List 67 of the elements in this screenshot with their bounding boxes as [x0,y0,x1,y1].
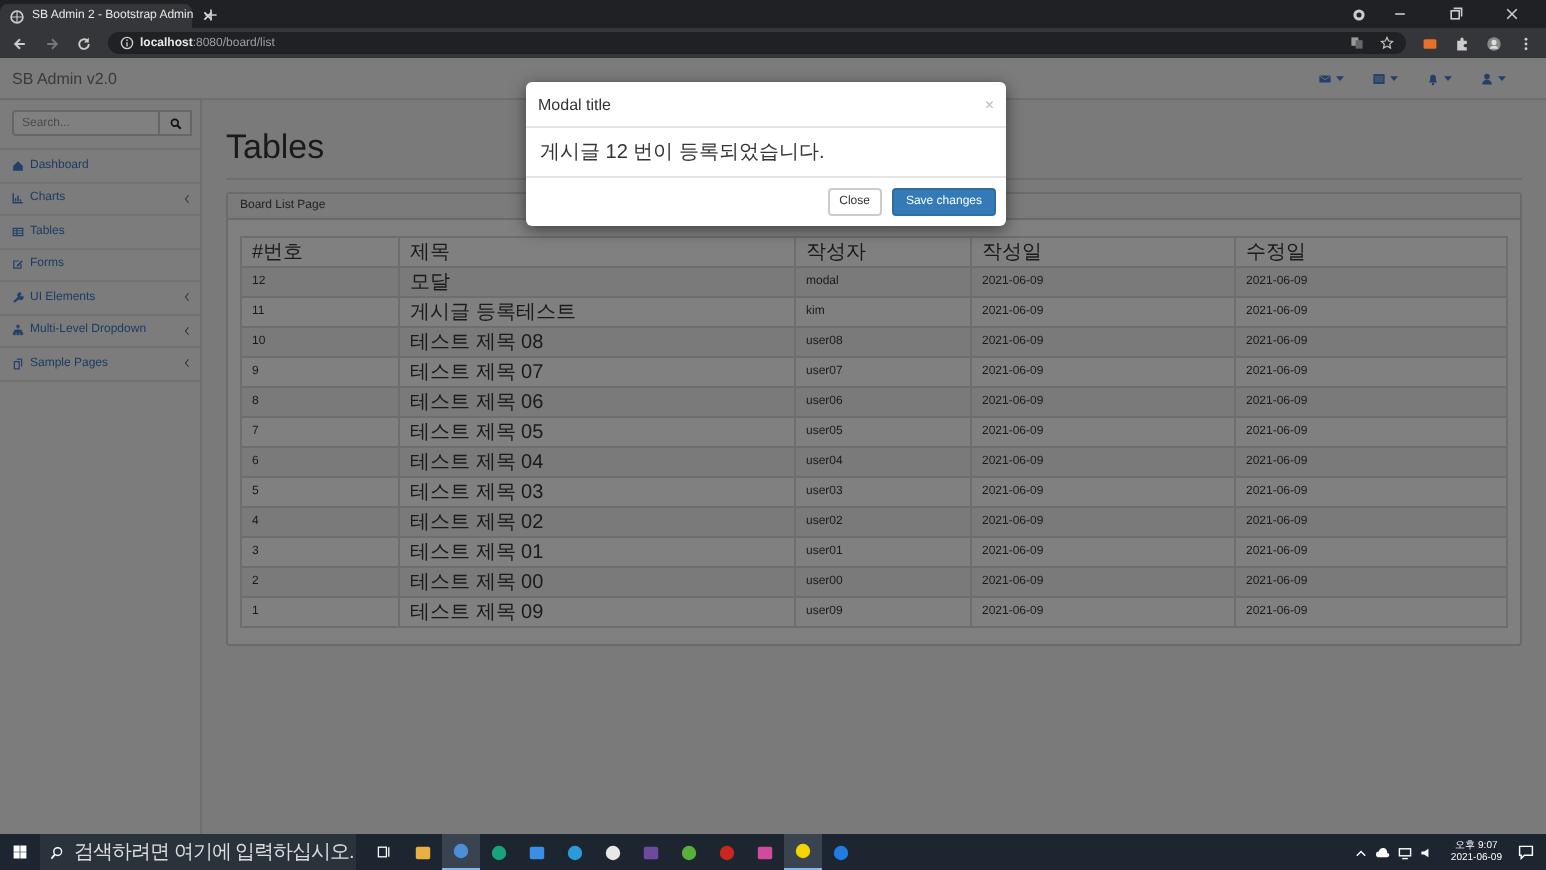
profile-icon[interactable] [1352,7,1366,21]
chevron-icon [184,325,190,336]
dropdown-toggle[interactable] [1480,71,1506,85]
chevron-icon [184,292,190,303]
task-view-icon[interactable] [376,844,392,860]
bell-icon [1426,71,1440,85]
chart-icon [12,192,24,205]
forward-icon[interactable] [44,35,60,51]
extension-icon[interactable] [1422,35,1438,51]
new-tab-icon[interactable] [204,7,218,21]
network-icon[interactable] [1398,845,1413,859]
taskbar-app-icon[interactable] [784,834,822,870]
dropdown-toggle[interactable] [1426,71,1452,85]
table-cell: 테스트 제목 03 [399,477,795,507]
column-header[interactable]: 제목 [399,237,795,267]
files-icon [12,357,24,370]
notification-icon[interactable] [1518,844,1534,860]
reload-icon[interactable] [76,35,92,51]
brand-link[interactable]: SB Admin v2.0 [12,69,117,87]
chevron-icon [184,193,190,204]
wrench-icon [12,291,24,304]
close-icon[interactable] [201,10,214,22]
table-cell: 테스트 제목 06 [399,387,795,417]
modal-message: 게시글 12 번이 등록되었습니다. [540,142,825,164]
table-cell: 테스트 제목 07 [399,357,795,387]
table-cell: 테스트 제목 05 [399,417,795,447]
table-cell: 테스트 제목 02 [399,507,795,537]
sitemap-icon [12,324,24,337]
back-icon[interactable] [12,35,28,51]
info-icon [120,36,134,50]
caret-icon [1498,75,1506,81]
chevron-up-icon[interactable] [1354,845,1369,859]
table-cell: 게시글 등록테스트 [399,297,795,327]
table-cell: 테스트 제목 04 [399,447,795,477]
windows-icon[interactable] [12,844,28,860]
caret-icon [1444,75,1452,81]
avatar-icon[interactable] [1486,35,1502,51]
search-icon [50,845,64,859]
table-cell: 모달 [399,267,795,297]
table-icon [12,225,24,238]
caret-icon [1336,75,1344,81]
search-icon [169,117,181,129]
envelope-icon [1318,71,1332,85]
column-header[interactable]: 작성자 [795,237,971,267]
list-icon [1372,71,1386,85]
edit-icon [12,258,24,271]
translate-icon[interactable] [1350,36,1364,50]
column-header[interactable]: 수정일 [1235,237,1507,267]
dropdown-toggle[interactable] [1318,71,1344,85]
modal-title: Modal title [538,95,611,113]
table-cell: 테스트 제목 00 [399,567,795,597]
puzzle-icon[interactable] [1454,35,1470,51]
chevron-icon [184,358,190,369]
search-button[interactable] [160,110,192,136]
table-cell: 테스트 제목 01 [399,537,795,567]
star-icon[interactable] [1380,36,1394,50]
dropdown-toggle[interactable] [1372,71,1398,85]
caret-icon [1390,75,1398,81]
table-cell: 테스트 제목 09 [399,597,795,627]
column-header[interactable]: 작성일 [971,237,1235,267]
globe-icon [10,9,24,23]
cloud-icon[interactable] [1376,845,1391,859]
user-icon [1480,71,1494,85]
dashboard-icon [12,159,24,172]
column-header[interactable]: #번호 [241,237,399,267]
taskbar-search-field[interactable]: 검색하려면 여기에 입력하십시오. [40,834,356,870]
table-cell: 테스트 제목 08 [399,327,795,357]
